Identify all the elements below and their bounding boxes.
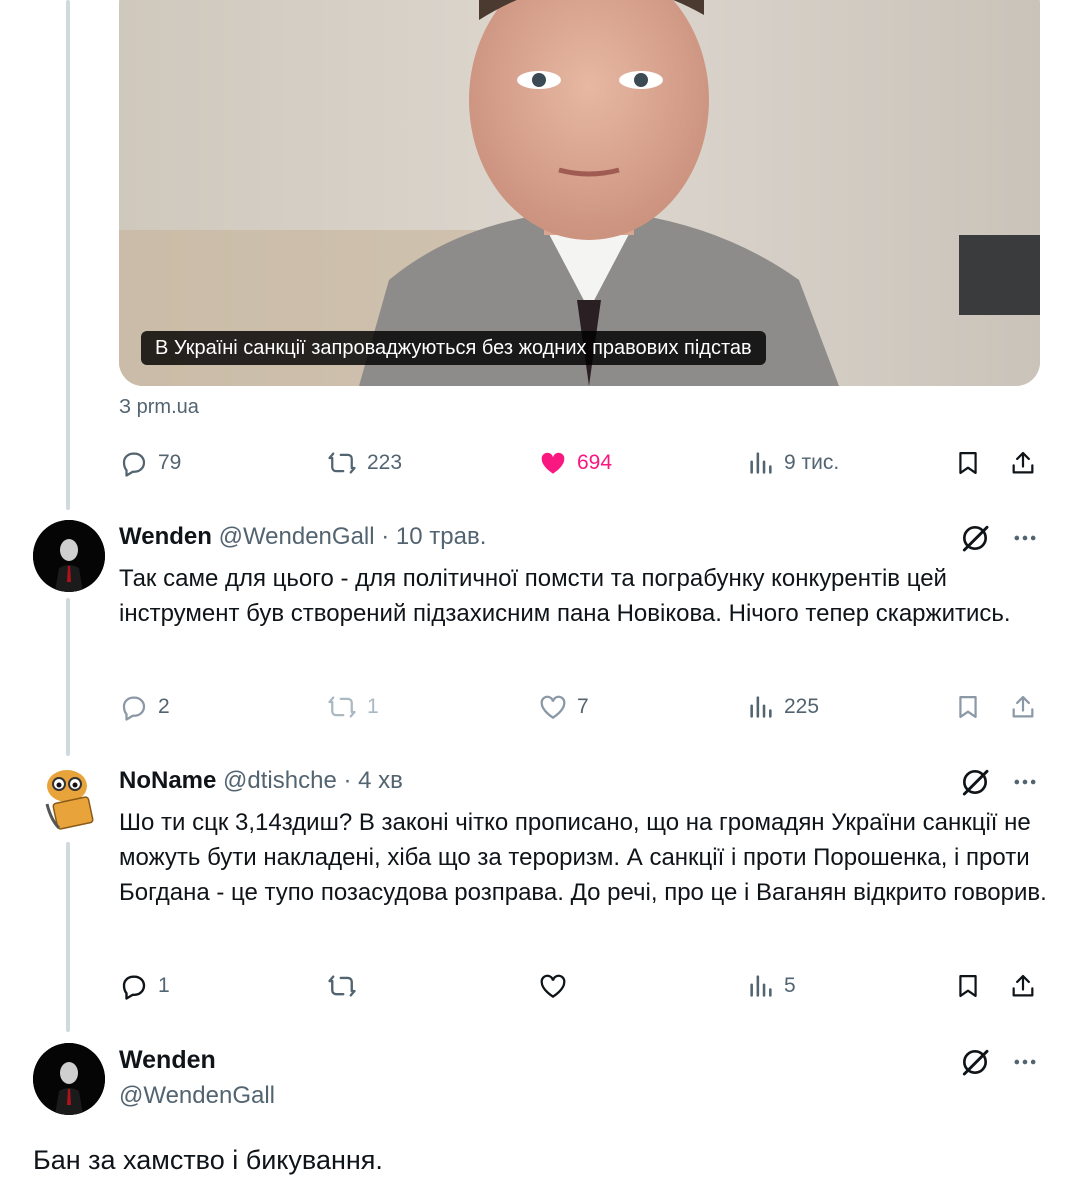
post-text: Бан за хамство і бикування. xyxy=(33,1145,383,1175)
author-handle[interactable]: @WendenGall xyxy=(119,1082,275,1110)
more-icon[interactable] xyxy=(1011,524,1039,552)
author-name[interactable]: Wenden xyxy=(119,523,212,550)
reply-count: 79 xyxy=(158,451,182,474)
post-actions: 2 1 7 225 xyxy=(119,687,1040,727)
thread-line xyxy=(66,598,70,756)
reply-text: Шо ти сцк 3,14здиш? В законі чітко пропи… xyxy=(119,809,1047,906)
share-button[interactable] xyxy=(1009,687,1037,727)
image-caption: В Україні санкції запроваджуються без жо… xyxy=(141,331,766,365)
like-count: 7 xyxy=(577,695,589,718)
more-icon[interactable] xyxy=(1011,1048,1039,1076)
repost-count: 223 xyxy=(367,451,403,474)
reply-button[interactable]: 2 xyxy=(119,687,170,727)
grok-icon[interactable] xyxy=(959,522,991,554)
avatar[interactable] xyxy=(33,520,105,592)
views-icon xyxy=(750,452,772,474)
bookmark-button[interactable] xyxy=(954,687,982,727)
like-button[interactable] xyxy=(538,966,577,1006)
repost-icon xyxy=(328,452,356,474)
views-count: 5 xyxy=(784,974,796,997)
share-button[interactable] xyxy=(1009,443,1037,483)
thread-line xyxy=(66,0,70,510)
header-icons xyxy=(959,1046,1039,1078)
share-button[interactable] xyxy=(1009,966,1037,1006)
heart-icon xyxy=(540,974,566,998)
author-name[interactable]: NoName xyxy=(119,767,216,794)
grok-icon[interactable] xyxy=(959,766,991,798)
views-icon xyxy=(750,696,772,718)
views-button[interactable]: 5 xyxy=(747,966,796,1006)
header-icons xyxy=(959,766,1039,798)
post-actions: 1 5 xyxy=(119,966,1040,1006)
views-button[interactable]: 9 тис. xyxy=(747,443,839,483)
like-button[interactable]: 7 xyxy=(538,687,589,727)
bookmark-button[interactable] xyxy=(954,443,982,483)
reply-icon xyxy=(122,696,146,721)
avatar[interactable] xyxy=(33,764,105,836)
bookmark-icon xyxy=(959,451,977,475)
author-name[interactable]: Wenden xyxy=(119,1046,216,1075)
repost-button[interactable]: 223 xyxy=(326,443,402,483)
like-count: 694 xyxy=(577,451,613,474)
post-time[interactable]: 4 хв xyxy=(358,767,403,794)
reply-icon xyxy=(122,452,146,477)
reply-button[interactable]: 1 xyxy=(119,966,170,1006)
reply-icon xyxy=(122,975,146,1000)
views-icon xyxy=(750,975,772,997)
bookmark-button[interactable] xyxy=(954,966,982,1006)
author-handle[interactable]: @dtishche xyxy=(223,767,337,794)
views-count: 225 xyxy=(784,695,820,718)
heart-icon xyxy=(540,695,566,719)
more-icon[interactable] xyxy=(1011,768,1039,796)
grok-icon[interactable] xyxy=(959,1046,991,1078)
reply-header: NoName @dtishche · 4 хв xyxy=(119,767,403,795)
thread-line xyxy=(66,842,70,1032)
reply-button[interactable]: 79 xyxy=(119,443,181,483)
repost-button[interactable] xyxy=(326,966,367,1006)
views-count: 9 тис. xyxy=(784,451,840,474)
bookmark-icon xyxy=(959,695,977,719)
avatar[interactable] xyxy=(33,1043,105,1115)
share-icon xyxy=(1012,695,1034,718)
bookmark-icon xyxy=(959,974,977,998)
reply-text: Так саме для цього - для політичної помс… xyxy=(119,565,1011,627)
post-image[interactable] xyxy=(119,0,1040,386)
repost-icon xyxy=(328,696,356,718)
separator: · xyxy=(381,523,390,550)
repost-button[interactable]: 1 xyxy=(326,687,379,727)
heart-filled-icon xyxy=(541,452,565,474)
repost-count: 1 xyxy=(367,695,379,718)
like-button[interactable]: 694 xyxy=(538,443,612,483)
post-time[interactable]: 10 трав. xyxy=(396,523,486,550)
author-handle[interactable]: @WendenGall xyxy=(219,523,375,550)
post-actions: 79 223 694 9 тис. xyxy=(119,443,1040,483)
reply-header: Wenden @WendenGall · 10 трав. xyxy=(119,523,486,551)
repost-icon xyxy=(328,975,356,997)
views-button[interactable]: 225 xyxy=(747,687,819,727)
reply-count: 1 xyxy=(158,974,170,997)
share-icon xyxy=(1012,451,1034,474)
separator: · xyxy=(343,767,352,794)
reply-count: 2 xyxy=(158,695,170,718)
share-icon xyxy=(1012,974,1034,997)
header-icons xyxy=(959,522,1039,554)
link-source[interactable]: З prm.ua xyxy=(119,396,199,419)
